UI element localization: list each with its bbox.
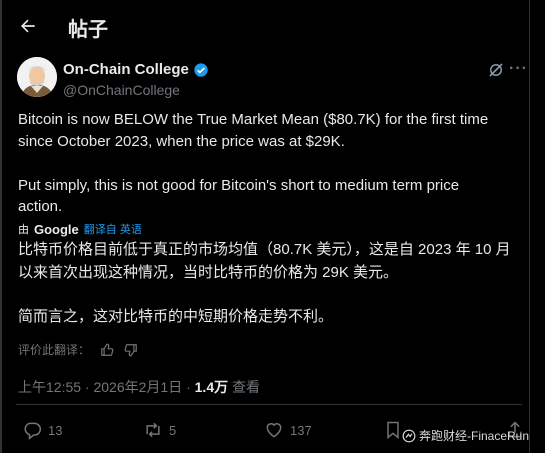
post-text-line: Put simply, this is not good for Bitcoin… [18,177,460,194]
translated-from-link[interactable]: 翻译自 英语 [84,221,142,237]
heart-icon [266,423,282,438]
rate-translation-label: 评价此翻译： [18,343,91,357]
divider [16,404,522,405]
author-handle[interactable]: @OnChainCollege [63,82,209,98]
post-text-line: action. [18,198,63,215]
post-text-line: since October 2023, when the price was a… [18,133,345,150]
watermark: 奔跑财经-FinaceRun [402,427,529,444]
page-title: 帖子 [68,19,108,41]
reply-count: 13 [48,422,63,438]
more-options-icon[interactable]: ··· [509,59,527,79]
author-block: On-Chain College @OnChainCollege [63,61,209,98]
post-timestamp[interactable]: 上午12:55 · 2026年2月1日 · [18,379,195,395]
right-border [529,0,530,453]
repost-icon [146,422,160,438]
view-count: 1.4万 [194,379,229,395]
like-button[interactable]: 137 [264,420,312,440]
translation-attribution: 由 Google 翻译自 英语 [18,221,142,237]
thumbs-down-icon[interactable] [124,343,138,357]
translated-text-line: 比特币价格目前低于真正的市场均值（80.7K 美元），这是自 2023 年 10… [18,241,511,258]
arrow-left-icon [21,19,35,33]
translated-text-line: 以来首次出现这种情况，当时比特币的价格为 29K 美元。 [18,264,399,281]
verified-badge-icon [193,62,209,78]
reply-button[interactable]: 13 [22,420,62,440]
back-button[interactable] [14,12,42,40]
google-logo: Google [34,221,79,237]
avatar-illustration [17,57,57,97]
grok-icon [489,63,503,77]
repost-button[interactable]: 5 [143,420,176,440]
bookmark-icon [387,421,399,440]
bookmark-button[interactable] [383,420,403,440]
left-border [0,0,2,453]
translated-text-line: 简而言之，这对比特币的中短期价格走势不利。 [18,308,334,325]
views-label: 查看 [228,379,260,395]
repost-count: 5 [169,422,177,438]
rate-translation: 评价此翻译： [18,341,138,358]
grok-button[interactable] [486,60,506,80]
avatar[interactable] [17,57,57,97]
watermark-text: 奔跑财经-FinaceRun [419,429,530,443]
post-text-line: Bitcoin is now BELOW the True Market Mea… [18,111,489,128]
translation-by: 由 [18,224,29,236]
thumbs-up-icon[interactable] [100,343,114,357]
author-name[interactable]: On-Chain College [63,61,189,78]
post-metadata: 上午12:55 · 2026年2月1日 · 1.4万 查看 [18,377,260,397]
watermark-logo-icon [402,429,416,442]
top-bar: 帖子 [0,0,530,52]
reply-icon [24,422,42,440]
like-count: 137 [290,422,312,438]
